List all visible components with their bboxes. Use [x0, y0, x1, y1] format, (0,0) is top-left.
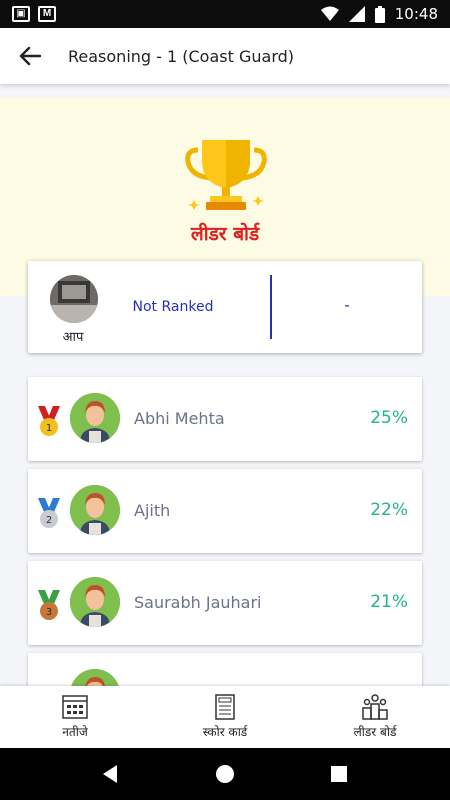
user-name: Saurabh Jauhari	[134, 593, 262, 612]
leaderboard-row[interactable]: 1 Abhi Mehta 25%	[28, 377, 422, 461]
signal-icon	[348, 6, 365, 22]
recents-square-icon[interactable]	[327, 762, 351, 786]
system-navigation-bar	[0, 748, 450, 800]
my-label: आप	[62, 330, 84, 345]
tab-results[interactable]: नतीजे	[0, 686, 150, 748]
notification-icon: ▣	[12, 6, 30, 22]
leaderboard-title: लीडर बोर्ड	[190, 223, 260, 245]
tab-leaderboard-label: लीडर बोर्ड	[353, 725, 397, 739]
user-score: 21%	[370, 592, 408, 612]
back-button[interactable]	[0, 28, 60, 84]
tab-results-label: नतीजे	[62, 725, 88, 739]
back-triangle-icon[interactable]	[99, 762, 123, 786]
user-score: 25%	[370, 408, 408, 428]
gold-medal-icon: 1	[38, 406, 60, 436]
tab-leaderboard[interactable]: लीडर बोर्ड	[300, 686, 450, 748]
arrow-left-icon	[19, 46, 41, 66]
avatar	[70, 393, 120, 443]
app-bar: Reasoning - 1 (Coast Guard)	[0, 28, 450, 84]
my-avatar[interactable]	[50, 275, 98, 323]
my-rank-card: आप Not Ranked -	[28, 261, 422, 353]
medal-rank-number: 1	[46, 423, 52, 434]
user-score: 22%	[370, 500, 408, 520]
status-bar: ▣ M 10:48	[0, 0, 450, 28]
wifi-icon	[320, 6, 339, 21]
leaderboard-podium-icon	[362, 694, 388, 720]
my-score: -	[344, 297, 350, 314]
avatar	[70, 577, 120, 627]
avatar-photo	[50, 275, 98, 323]
user-name: Abhi Mehta	[134, 409, 225, 428]
page-title: Reasoning - 1 (Coast Guard)	[68, 46, 295, 66]
bronze-medal-icon: 3	[38, 590, 60, 620]
scorecard-icon	[215, 694, 235, 720]
leaderboard-row[interactable]: 3 Saurabh Jauhari 21%	[28, 561, 422, 645]
tab-scorecard[interactable]: स्कोर कार्ड	[150, 686, 300, 748]
home-circle-icon[interactable]	[213, 762, 237, 786]
trophy-icon	[185, 140, 267, 210]
silver-medal-icon: 2	[38, 498, 60, 528]
gmail-icon: M	[38, 6, 56, 22]
medal-rank-number: 3	[46, 607, 52, 618]
status-time: 10:48	[394, 5, 438, 23]
medal-rank-number: 2	[46, 515, 52, 526]
my-rank-status: Not Ranked	[132, 299, 214, 315]
leaderboard-row[interactable]: 2 Ajith 22%	[28, 469, 422, 553]
user-avatar-icon	[70, 393, 120, 443]
user-avatar-icon	[70, 577, 120, 627]
battery-icon	[374, 5, 385, 23]
results-grid-icon	[62, 695, 88, 719]
avatar	[70, 485, 120, 535]
tab-scorecard-label: स्कोर कार्ड	[202, 725, 248, 739]
bottom-navigation: नतीजे स्कोर कार्ड लीडर बोर्ड	[0, 686, 450, 748]
user-avatar-icon	[70, 485, 120, 535]
user-name: Ajith	[134, 501, 171, 520]
